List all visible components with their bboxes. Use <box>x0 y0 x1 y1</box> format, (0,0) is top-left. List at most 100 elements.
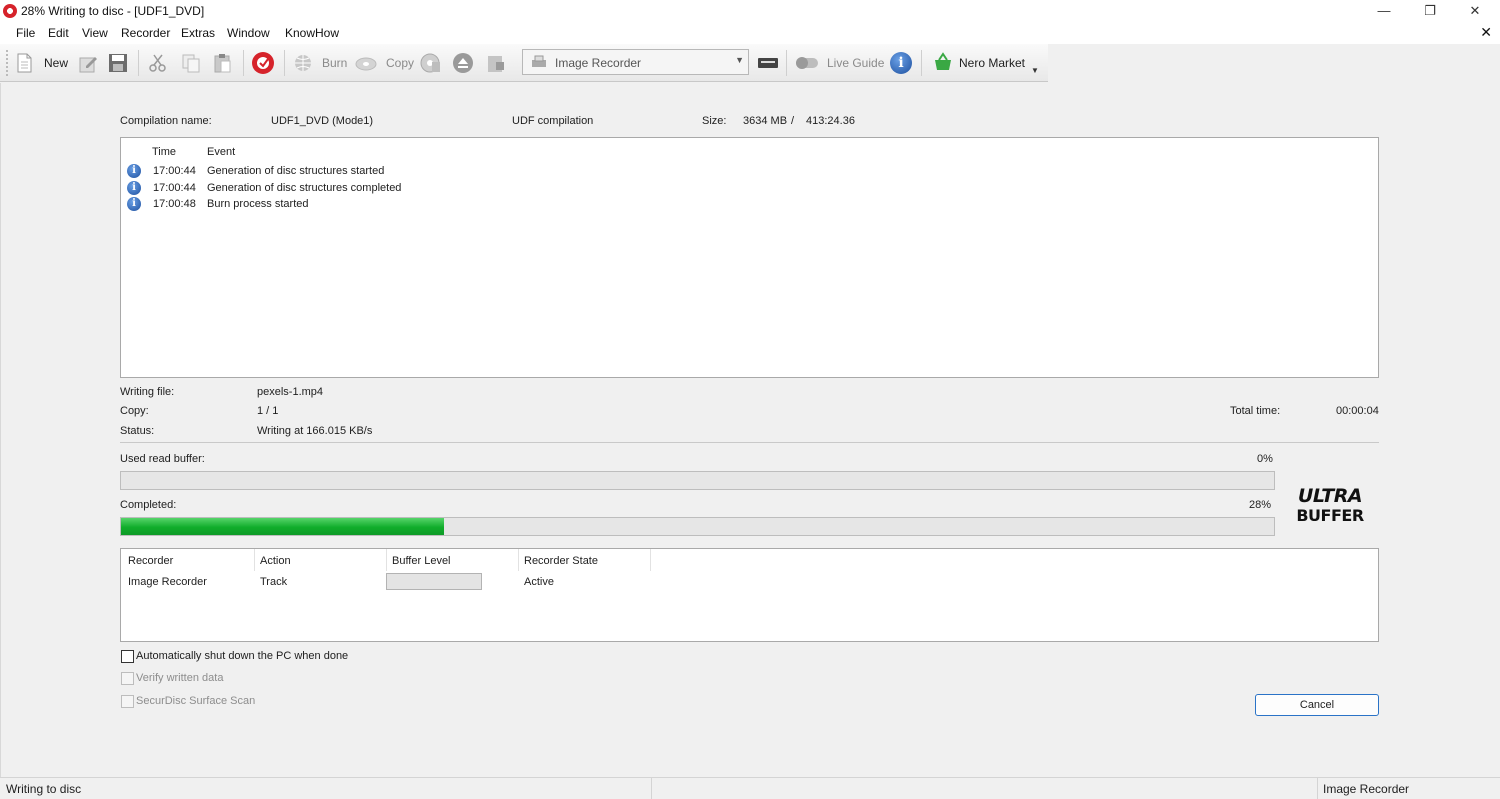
compilation-type: UDF compilation <box>512 115 594 127</box>
minimize-button[interactable]: — <box>1370 2 1398 20</box>
log-col-event[interactable]: Event <box>207 146 235 158</box>
menu-extras[interactable]: Extras <box>181 26 215 40</box>
col-recorder[interactable]: Recorder <box>128 555 173 567</box>
close-window-button[interactable]: ✕ <box>1461 2 1489 20</box>
new-button[interactable]: New <box>44 56 68 70</box>
total-time-value: 00:00:04 <box>1336 405 1379 417</box>
printer-icon <box>532 55 546 67</box>
nero-icon[interactable] <box>251 51 275 75</box>
burn-button[interactable]: Burn <box>322 56 347 70</box>
divider <box>120 442 1379 443</box>
buffer-level-bar <box>386 573 482 590</box>
lock-icon[interactable] <box>484 52 506 74</box>
log-row: i 17:00:48 Burn process started <box>121 197 1378 213</box>
drive-icon[interactable] <box>757 52 779 74</box>
event-log[interactable]: Time Event i 17:00:44 Generation of disc… <box>120 137 1379 378</box>
recorder-dropdown[interactable]: Image Recorder ▼ <box>522 49 749 75</box>
compilation-name-value: UDF1_DVD (Mode1) <box>271 115 374 127</box>
market-basket-icon[interactable] <box>932 52 954 74</box>
compilation-name-label: Compilation name: <box>120 115 212 127</box>
toggle-icon[interactable] <box>795 52 821 74</box>
menu-file[interactable]: File <box>16 26 35 40</box>
cell-recorder-state: Active <box>524 576 554 588</box>
title-bar: 28% Writing to disc - [UDF1_DVD] — ❐ ✕ <box>0 0 1500 22</box>
log-time: 17:00:44 <box>153 182 196 194</box>
copy-disc-icon[interactable] <box>419 52 441 74</box>
cancel-button[interactable]: Cancel <box>1255 694 1379 716</box>
col-action[interactable]: Action <box>260 555 291 567</box>
completed-percent: 28% <box>1249 499 1272 511</box>
menu-window[interactable]: Window <box>227 26 270 40</box>
info-icon: i <box>127 164 141 178</box>
copy-label: Copy: <box>120 405 149 417</box>
securdisc-checkbox[interactable] <box>121 695 134 708</box>
copy-value: 1 / 1 <box>257 405 279 417</box>
toolbar: New Burn Copy Image Recorder ▼ Live Guid… <box>0 44 1048 82</box>
col-buffer-level[interactable]: Buffer Level <box>392 555 451 567</box>
statusbar-right-text: Image Recorder <box>1323 782 1410 796</box>
paste-icon[interactable] <box>211 52 233 74</box>
cell-action: Track <box>260 576 288 588</box>
copy-icon[interactable] <box>180 52 202 74</box>
size-label: Size: <box>702 115 727 127</box>
statusbar-left-text: Writing to disc <box>6 782 82 796</box>
live-guide-button[interactable]: Live Guide <box>827 56 884 70</box>
securdisc-checkbox-label[interactable]: SecurDisc Surface Scan <box>136 695 255 707</box>
verify-checkbox[interactable] <box>121 672 134 685</box>
recorder-selected-value: Image Recorder <box>555 56 642 70</box>
recorder-table[interactable]: Recorder Action Buffer Level Recorder St… <box>120 548 1379 642</box>
log-event: Generation of disc structures completed <box>207 182 402 194</box>
info-icon: i <box>127 197 141 211</box>
menu-knowhow[interactable]: KnowHow <box>285 26 339 40</box>
total-time-label: Total time: <box>1230 405 1281 417</box>
log-time: 17:00:48 <box>153 198 196 210</box>
size-separator: / <box>791 115 795 127</box>
copy-disc-button[interactable]: Copy <box>386 56 414 70</box>
ultrabuffer-logo: ULTRA BUFFER <box>1296 485 1364 524</box>
read-buffer-percent: 0% <box>1257 453 1273 465</box>
burn-disc-icon[interactable] <box>355 52 377 74</box>
status-label: Status: <box>120 425 155 437</box>
status-value: Writing at 166.015 KB/s <box>257 425 373 437</box>
shutdown-checkbox[interactable] <box>121 650 134 663</box>
col-recorder-state[interactable]: Recorder State <box>524 555 598 567</box>
menu-bar: File Edit View Recorder Extras Window Kn… <box>0 22 1500 44</box>
info-icon[interactable]: i <box>890 52 912 74</box>
read-buffer-label: Used read buffer: <box>120 453 205 465</box>
log-event: Burn process started <box>207 198 309 210</box>
completed-progress-bar <box>120 517 1275 536</box>
shutdown-checkbox-label[interactable]: Automatically shut down the PC when done <box>136 650 348 662</box>
status-bar: Writing to disc Image Recorder <box>0 777 1500 799</box>
toolbar-grip[interactable] <box>6 50 8 76</box>
verify-checkbox-label[interactable]: Verify written data <box>136 672 223 684</box>
log-col-time[interactable]: Time <box>152 146 176 158</box>
size-time-value: 413:24.36 <box>806 115 855 127</box>
cell-recorder: Image Recorder <box>128 576 207 588</box>
save-icon[interactable] <box>107 52 129 74</box>
writing-file-value: pexels-1.mp4 <box>257 386 324 398</box>
log-event: Generation of disc structures started <box>207 165 385 177</box>
log-row: i 17:00:44 Generation of disc structures… <box>121 181 1378 197</box>
close-document-button[interactable]: ✕ <box>1480 24 1492 41</box>
completed-progress-fill <box>121 518 444 535</box>
new-icon[interactable] <box>13 52 35 74</box>
edit-icon[interactable] <box>77 52 99 74</box>
burn-globe-icon[interactable] <box>292 52 314 74</box>
info-icon: i <box>127 181 141 195</box>
nero-market-button[interactable]: Nero Market <box>959 56 1025 70</box>
restore-button[interactable]: ❐ <box>1416 2 1444 20</box>
writing-file-label: Writing file: <box>120 386 175 398</box>
menu-edit[interactable]: Edit <box>48 26 69 40</box>
log-row: i 17:00:44 Generation of disc structures… <box>121 164 1378 180</box>
log-time: 17:00:44 <box>153 165 196 177</box>
toolbar-overflow-icon[interactable]: ▼ <box>1031 66 1039 75</box>
eject-icon[interactable] <box>452 52 474 74</box>
read-buffer-bar <box>120 471 1275 490</box>
logo-line2: BUFFER <box>1296 506 1363 524</box>
cut-icon[interactable] <box>147 52 169 74</box>
size-mb-value: 3634 MB <box>743 115 788 127</box>
completed-label: Completed: <box>120 499 177 511</box>
nero-app-icon <box>3 4 17 18</box>
menu-recorder[interactable]: Recorder <box>121 26 170 40</box>
menu-view[interactable]: View <box>82 26 108 40</box>
